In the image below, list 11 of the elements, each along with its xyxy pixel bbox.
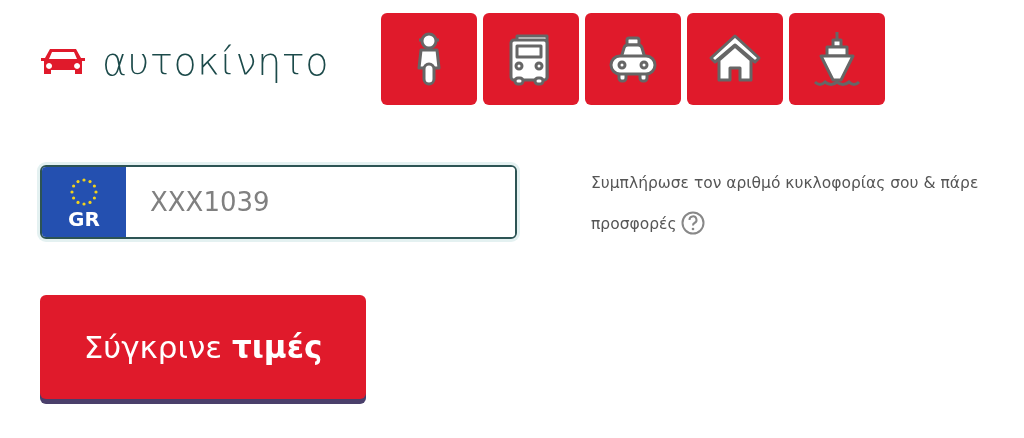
category-tab[interactable] bbox=[483, 13, 579, 105]
category-tab[interactable] bbox=[789, 13, 885, 105]
car-icon bbox=[40, 47, 86, 77]
category-tab[interactable] bbox=[687, 13, 783, 105]
page-title: αυτοκίνητο bbox=[102, 43, 329, 81]
plate-field[interactable]: GR XXX1039 bbox=[40, 165, 517, 239]
hint-text: Συμπλήρωσε τον αριθμό κυκλοφορίας σου & πάρε προσφορές bbox=[591, 173, 980, 237]
help-icon[interactable] bbox=[681, 211, 706, 235]
country-code: GR bbox=[68, 209, 100, 229]
category-tab[interactable] bbox=[585, 13, 681, 105]
category-tab[interactable] bbox=[381, 13, 477, 105]
